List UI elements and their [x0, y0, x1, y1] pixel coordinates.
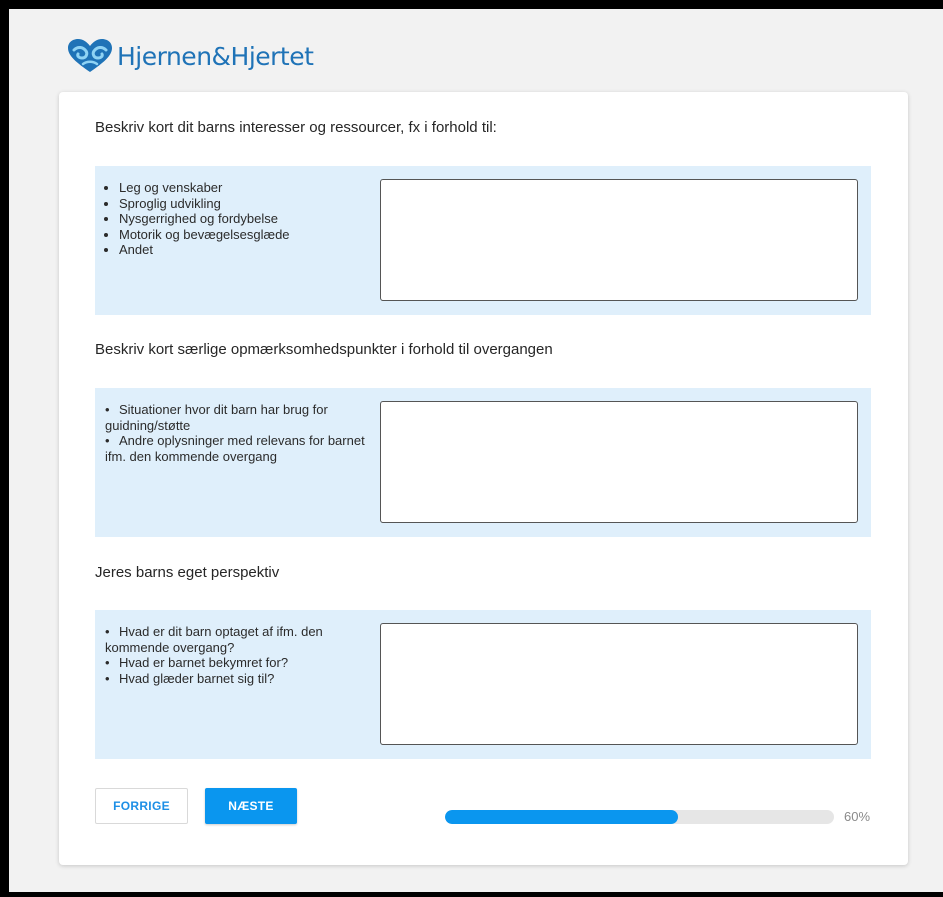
bullet-item: Leg og venskaber: [119, 180, 367, 196]
progress-bar-fill: [445, 810, 679, 824]
progress-percent-label: 60%: [844, 809, 871, 824]
bullet-item: Nysgerrighed og fordybelse: [119, 211, 367, 227]
bullet-item: Andet: [119, 242, 367, 258]
section-title-attention-points: Beskriv kort særlige opmærksomhedspunkte…: [95, 341, 553, 358]
brand-logo: Hjernen&Hjertet: [65, 36, 314, 76]
answer-textarea-child-perspective[interactable]: [380, 623, 858, 745]
bullet-list: • Hvad er dit barn optaget af ifm. den ko…: [105, 624, 367, 686]
bullet-item: • Hvad er dit barn optaget af ifm. den ko…: [105, 624, 323, 655]
section-panel-attention-points: • Situationer hvor dit barn har brug for …: [95, 388, 871, 537]
bullet-item: Motorik og bevægelsesglæde: [119, 227, 367, 243]
bullet-item: • Situationer hvor dit barn har brug for …: [105, 402, 328, 433]
answer-textarea-attention-points[interactable]: [380, 401, 858, 523]
brand-name: Hjernen&Hjertet: [117, 41, 314, 71]
progress-bar: [445, 810, 834, 824]
section-title-interests: Beskriv kort dit barns interesser og res…: [95, 119, 497, 136]
previous-button[interactable]: FORRIGE: [95, 788, 188, 824]
bullet-item: Sproglig udvikling: [119, 196, 367, 212]
bullet-item: • Hvad er barnet bekymret for?: [105, 655, 289, 670]
heart-brain-icon: [68, 39, 112, 72]
bullet-item: • Andre oplysninger med relevans for barn…: [105, 433, 365, 464]
section-panel-interests: Leg og venskaber Sproglig udvikling Nysg…: [95, 166, 871, 315]
app-frame: Hjernen&Hjertet Beskriv kort dit barns i…: [9, 9, 943, 892]
answer-textarea-interests[interactable]: [380, 179, 858, 301]
bullet-list: Leg og venskaber Sproglig udvikling Nysg…: [105, 180, 367, 258]
bullet-item: • Hvad glæder barnet sig til?: [105, 670, 275, 686]
section-title-child-perspective: Jeres barns eget perspektiv: [95, 564, 280, 581]
bullet-list: • Situationer hvor dit barn har brug for …: [105, 402, 367, 464]
next-button[interactable]: NÆSTE: [205, 788, 297, 824]
section-panel-child-perspective: • Hvad er dit barn optaget af ifm. den ko…: [95, 610, 871, 759]
form-card: Beskriv kort dit barns interesser og res…: [59, 92, 908, 865]
